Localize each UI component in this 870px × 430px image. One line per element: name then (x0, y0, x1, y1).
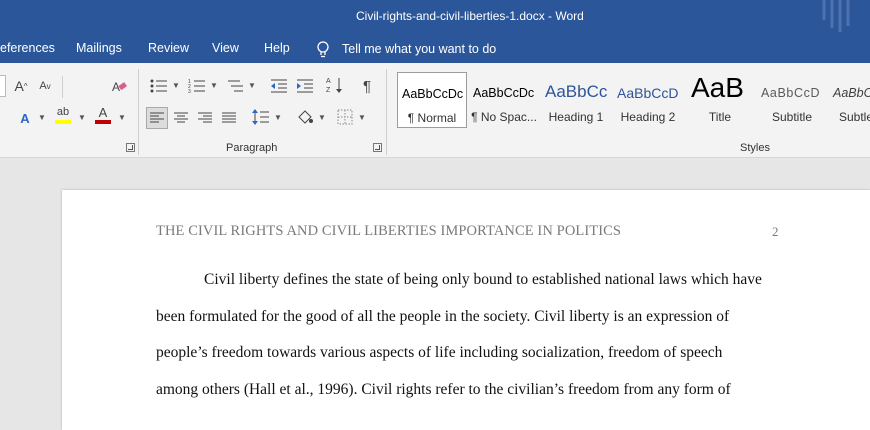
align-center-icon[interactable] (170, 108, 192, 128)
style-title[interactable]: AaB Title (685, 72, 755, 128)
grow-font-icon[interactable]: A ^ (10, 76, 32, 96)
ribbon-tabs: eferences Mailings Review View Help Tell… (0, 34, 870, 63)
divider (62, 76, 63, 98)
svg-text:A: A (326, 78, 331, 85)
clear-formatting-icon[interactable]: A (108, 76, 130, 96)
body-line: among others (Hall et al., 1996). Civil … (156, 381, 731, 398)
style-name: Subtle (838, 110, 870, 124)
title-bar: Civil-rights-and-civil-liberties-1.docx … (0, 0, 870, 34)
chevron-down-icon[interactable]: ▼ (210, 81, 218, 90)
style-preview: AaBbCcDc (473, 86, 535, 100)
style-heading-2[interactable]: AaBbCcD Heading 2 (613, 72, 683, 128)
tab-review[interactable]: Review (148, 41, 189, 55)
style-name: Heading 2 (620, 110, 676, 124)
shrink-font-icon[interactable]: Av (34, 76, 56, 96)
shading-icon[interactable] (294, 107, 316, 127)
tab-view[interactable]: View (212, 41, 239, 55)
tell-me-label: Tell me what you want to do (342, 42, 497, 56)
chevron-down-icon[interactable]: ▼ (118, 113, 126, 122)
style-subtle-emphasis[interactable]: AaBbC Subtle (829, 72, 870, 128)
style-preview: AaB (691, 72, 744, 103)
styles-gallery: AaBbCcDc ¶ Normal AaBbCcDc ¶ No Spac... … (395, 70, 870, 130)
document-canvas: THE CIVIL RIGHTS AND CIVIL LIBERTIES IMP… (0, 159, 870, 430)
sort-icon[interactable]: AZ (324, 75, 346, 95)
group-divider (386, 69, 387, 155)
chevron-down-icon[interactable]: ▼ (248, 81, 256, 90)
style-preview: AaBbCc (545, 82, 608, 101)
tab-mailings[interactable]: Mailings (76, 41, 122, 55)
bullets-icon[interactable] (148, 76, 170, 96)
numbering-icon[interactable]: 123 (186, 76, 208, 96)
chevron-down-icon[interactable]: ▼ (78, 113, 86, 122)
font-size-box[interactable] (0, 75, 6, 97)
style-preview: AaBbCcD (617, 85, 679, 101)
style-name: Subtitle (771, 110, 813, 124)
window-title: Civil-rights-and-civil-liberties-1.docx … (356, 9, 584, 23)
align-left-icon[interactable] (146, 107, 168, 129)
body-line: Civil liberty defines the state of being… (204, 271, 762, 288)
ribbon: A ^ Av A A ▼ ab ▼ A ▼ ▼ 123 ▼ ▼ AZ ¶ ▼ ▼… (0, 63, 870, 158)
chevron-down-icon[interactable]: ▼ (358, 113, 366, 122)
svg-text:3: 3 (188, 89, 191, 94)
style-name: Heading 1 (548, 110, 604, 124)
chevron-down-icon[interactable]: ▼ (38, 113, 46, 122)
style-normal[interactable]: AaBbCcDc ¶ Normal (397, 72, 467, 128)
document-page[interactable]: THE CIVIL RIGHTS AND CIVIL LIBERTIES IMP… (62, 190, 870, 430)
style-no-spacing[interactable]: AaBbCcDc ¶ No Spac... (469, 72, 539, 128)
chevron-down-icon[interactable]: ▼ (172, 81, 180, 90)
multilevel-list-icon[interactable] (224, 76, 246, 96)
style-name: ¶ No Spac... (471, 110, 537, 124)
tell-me-search[interactable]: Tell me what you want to do (316, 39, 496, 59)
borders-icon[interactable] (334, 107, 356, 127)
style-preview: AaBbCcD (761, 86, 821, 100)
group-divider (138, 69, 139, 155)
justify-icon[interactable] (218, 108, 240, 128)
style-heading-1[interactable]: AaBbCc Heading 1 (541, 72, 611, 128)
svg-text:A: A (112, 80, 120, 94)
style-subtitle[interactable]: AaBbCcD Subtitle (757, 72, 827, 128)
tab-help[interactable]: Help (264, 41, 290, 55)
body-line: people’s freedom towards various aspects… (156, 344, 723, 361)
tab-references[interactable]: eferences (0, 41, 55, 55)
body-line: been formulated for the good of all the … (156, 308, 730, 325)
align-right-icon[interactable] (194, 108, 216, 128)
styles-group-label: Styles (740, 142, 770, 154)
svg-text:Z: Z (326, 87, 331, 94)
font-dialog-launcher-icon[interactable] (126, 143, 135, 152)
chevron-down-icon[interactable]: ▼ (318, 113, 326, 122)
running-head: THE CIVIL RIGHTS AND CIVIL LIBERTIES IMP… (156, 223, 622, 239)
sign-in-pattern-icon (822, 0, 850, 32)
style-name: Title (708, 110, 732, 124)
text-effects-icon[interactable]: A (14, 108, 36, 128)
style-preview: AaBbC (833, 86, 870, 100)
page-number: 2 (772, 224, 779, 239)
paragraph-dialog-launcher-icon[interactable] (373, 143, 382, 152)
highlight-icon[interactable]: ab (52, 105, 74, 125)
style-preview: AaBbCcDc (402, 87, 464, 101)
paragraph-group-label: Paragraph (226, 142, 278, 154)
style-name: ¶ Normal (407, 111, 457, 125)
line-spacing-icon[interactable] (250, 107, 272, 127)
decrease-indent-icon[interactable] (268, 76, 290, 96)
chevron-down-icon[interactable]: ▼ (274, 113, 282, 122)
font-color-icon[interactable]: A (92, 105, 114, 125)
show-formatting-marks-icon[interactable]: ¶ (356, 76, 378, 96)
increase-indent-icon[interactable] (294, 76, 316, 96)
lightbulb-icon (317, 40, 329, 57)
